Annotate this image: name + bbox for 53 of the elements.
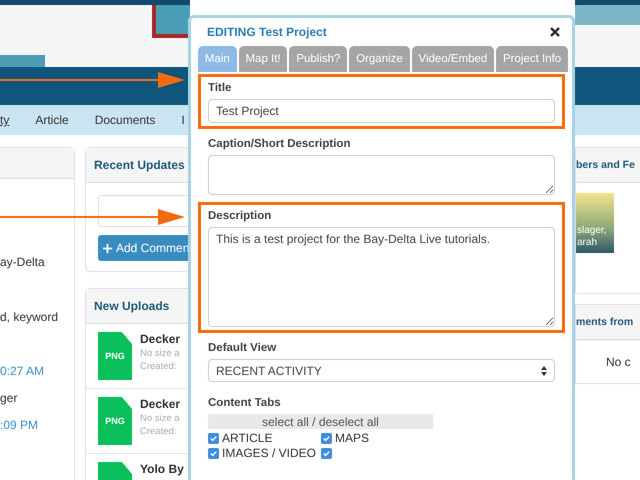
file-icon: PNG [98,397,132,445]
file-date: Created: [140,361,178,372]
file-name[interactable]: Decker [140,397,180,411]
dialog-title: EDITING Test Project [207,25,327,39]
file-icon: PNG [98,332,132,380]
checkbox[interactable] [321,432,332,444]
field-label: Content Tabs [208,397,282,409]
close-icon[interactable] [550,27,560,37]
banner-block [575,5,640,25]
card-title: New Uploads [94,299,170,313]
updown-icon [541,366,547,376]
empty-message: No c [576,340,640,383]
field-label: Default View [208,342,278,354]
panel-text: ay-Delta [0,254,46,271]
file-size: No size a [140,413,180,424]
checkbox-label: IMAGES / VIDEO [222,446,316,460]
nav-bar [575,105,640,135]
card-title: ments from [576,316,634,328]
panel-text: 0:27 AM [0,363,46,380]
select-all-button[interactable]: select all / deselect all [208,414,433,429]
header-bar [575,67,640,105]
nav-link[interactable]: I [181,113,185,127]
nav-link[interactable]: Article [35,113,69,127]
banner-block [0,55,45,67]
panel-text: d, keyword [0,309,60,326]
plus-icon [103,244,112,252]
field-label: Caption/Short Description [208,138,352,150]
checkbox[interactable] [208,448,219,458]
card-title: Recent Updates [94,158,185,172]
banner-artwork [152,5,190,38]
nav-link[interactable]: Documents [94,113,156,127]
checkbox-label: MAPS [335,431,370,445]
file-name[interactable]: Decker [140,332,180,346]
title-field[interactable]: Test Project [208,99,555,123]
field-label: Title [208,82,232,94]
checkbox-label: ARTICLE [222,431,272,445]
file-size: No size a [140,348,180,359]
photo-caption: slager, [577,225,608,237]
file-name[interactable]: Yolo By [140,462,184,476]
checkbox[interactable] [321,448,332,458]
file-date: Created: [140,426,178,437]
nav-link[interactable]: ty [0,113,10,127]
caption-field[interactable] [208,155,555,195]
photo-placeholder[interactable]: slager, arah [576,193,614,253]
field-label: Description [208,210,272,222]
panel-text: :09 PM [0,417,40,434]
add-comment-button[interactable]: Add Commen [98,235,191,261]
photo-caption: arah [577,237,598,249]
checkbox[interactable] [208,432,219,444]
default-view-select[interactable]: RECENT ACTIVITY [208,359,555,382]
panel-text: ger [0,390,18,407]
card-title: bers and Fe [576,159,635,171]
description-field[interactable]: This is a test project for the Bay-Delta Live tutorials. [208,227,555,327]
